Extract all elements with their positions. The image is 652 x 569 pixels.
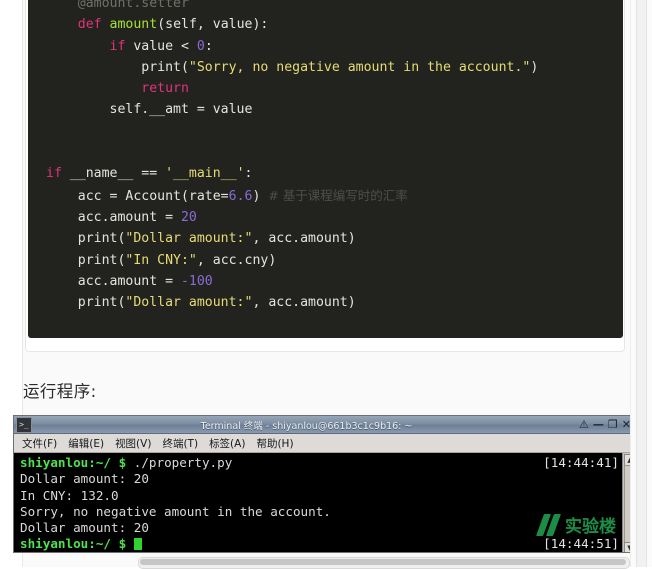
- terminal-icon: >_: [16, 416, 32, 433]
- code-token-plain: , acc.amount): [252, 231, 356, 247]
- code-token-kw: if: [46, 166, 62, 182]
- code-token-str: "Dollar amount:": [125, 295, 253, 311]
- terminal-token-out: Dollar amount: 20: [20, 471, 149, 487]
- maximize-button[interactable]: ❐: [608, 419, 618, 430]
- code-token-plain: ): [530, 59, 539, 75]
- terminal-menu-bar: 文件(F) 编辑(E) 视图(V) 终端(T) 标签(A) 帮助(H): [14, 434, 636, 453]
- terminal-window-buttons: ⚠ — ❐ ✕: [579, 419, 636, 430]
- code-token-plain: acc.amount =: [46, 209, 181, 225]
- terminal-body: shiyanlou:~/ $ ./property.py Dollar amou…: [14, 453, 636, 552]
- code-token-dec: @amount.setter: [77, 0, 189, 11]
- minimize-button[interactable]: —: [593, 419, 604, 430]
- terminal-title-text: Terminal 终端 - shiyanlou@661b3c1c9b16: ~: [200, 420, 413, 432]
- terminal-token-out: ./property.py: [133, 455, 233, 470]
- code-token-num: 0: [196, 38, 205, 54]
- code-token-plain: self.__amt = value: [46, 102, 253, 118]
- code-token-plain: :: [204, 38, 213, 54]
- timestamp-bottom: [14:44:51]: [543, 536, 619, 551]
- code-token-plain: (self, value):: [157, 17, 269, 33]
- terminal-token-prompt: shiyanlou:~/ $: [20, 536, 134, 552]
- watermark-text: 实验楼: [565, 517, 616, 537]
- terminal-title-bar[interactable]: >_ Terminal 终端 - shiyanlou@661b3c1c9b16:…: [14, 416, 636, 434]
- code-token-plain: :: [244, 166, 253, 182]
- terminal-menu-item-4[interactable]: 标签(A): [209, 436, 245, 451]
- terminal-screen[interactable]: shiyanlou:~/ $ ./property.py Dollar amou…: [14, 453, 623, 552]
- code-token-plain: acc = Account(rate=: [46, 188, 229, 204]
- terminal-cursor: [133, 538, 142, 551]
- code-token-com: # 基于课程编写时的汇率: [268, 187, 408, 203]
- code-token-num: -100: [180, 273, 213, 289]
- code-token-str: '__main__': [165, 166, 245, 182]
- terminal-window[interactable]: >_ Terminal 终端 - shiyanlou@661b3c1c9b16:…: [13, 415, 637, 553]
- page-vertical-scrollbar[interactable]: [636, 0, 647, 567]
- shiyanlou-logo-icon: [535, 513, 562, 536]
- terminal-menu-item-0[interactable]: 文件(F): [22, 436, 57, 451]
- terminal-menu-item-1[interactable]: 编辑(E): [68, 436, 104, 451]
- code-token-str: "Sorry, no negative amount in the accoun…: [188, 59, 531, 75]
- terminal-token-out: In CNY: 132.0: [20, 487, 119, 503]
- terminal-output: shiyanlou:~/ $ ./property.py Dollar amou…: [14, 453, 623, 552]
- code-token-str: "In CNY:": [125, 252, 197, 268]
- terminal-token-out: Sorry, no negative amount in the account…: [20, 503, 331, 519]
- terminal-menu-item-2[interactable]: 视图(V): [115, 436, 151, 451]
- terminal-token-prompt: shiyanlou:~/ $: [20, 455, 134, 470]
- code-token-plain: acc.amount =: [46, 273, 181, 289]
- code-token-plain: print(: [46, 252, 126, 268]
- code-token-num: 20: [180, 209, 197, 225]
- code-text: @amount.setter def amount(self, value): …: [28, 0, 623, 313]
- timestamp-top: [14:44:41]: [543, 455, 619, 470]
- terminal-menu-item-3[interactable]: 终端(T): [162, 436, 198, 451]
- horizontal-scrollbar-thumb[interactable]: [140, 559, 626, 565]
- code-token-plain: value <: [125, 38, 197, 54]
- terminal-menu-item-5[interactable]: 帮助(H): [256, 436, 293, 451]
- code-token-fn: amount: [109, 17, 158, 33]
- page-horizontal-scrollbar[interactable]: [138, 557, 630, 569]
- page-root: @amount.setter def amount(self, value): …: [0, 0, 652, 569]
- shiyanlou-watermark: 实验楼: [535, 512, 616, 537]
- code-block[interactable]: @amount.setter def amount(self, value): …: [28, 0, 623, 338]
- code-token-num: 6.6: [228, 188, 253, 204]
- code-token-kw: if: [109, 38, 126, 54]
- code-token-plain: print(: [46, 231, 126, 247]
- code-token-plain: print(: [46, 59, 189, 75]
- code-token-plain: print(: [46, 295, 126, 311]
- code-token-plain: , acc.amount): [252, 295, 356, 311]
- warning-icon[interactable]: ⚠: [579, 419, 589, 430]
- page-content: @amount.setter def amount(self, value): …: [13, 0, 637, 569]
- code-token-plain: __name__ ==: [61, 166, 166, 182]
- page-right-rail: [630, 0, 652, 567]
- code-token-plain: ): [252, 188, 269, 204]
- code-token-str: "Dollar amount:": [125, 231, 253, 247]
- run-program-heading: 运行程序:: [23, 382, 97, 401]
- code-card: @amount.setter def amount(self, value): …: [25, 0, 625, 352]
- code-token-kw: return: [141, 81, 189, 97]
- terminal-token-out: Dollar amount: 20: [20, 520, 149, 536]
- code-token-kw: def: [77, 17, 102, 33]
- code-token-plain: , acc.cny): [196, 252, 277, 268]
